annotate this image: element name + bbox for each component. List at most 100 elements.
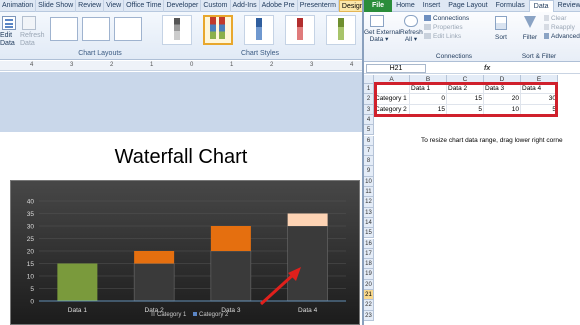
- powerpoint-window: Animation Slide Show Review View Office Time…: [0, 0, 362, 325]
- x-tick-label: Data 1: [68, 307, 88, 314]
- row-header[interactable]: 11: [364, 187, 374, 198]
- row-header[interactable]: 22: [364, 300, 374, 311]
- sort-button[interactable]: Sort: [490, 34, 512, 41]
- slide-title[interactable]: Waterfall Chart: [0, 146, 362, 169]
- reapply-icon: [544, 24, 549, 31]
- row-header[interactable]: 5: [364, 125, 374, 136]
- ppt-tab[interactable]: Presenterm: [298, 0, 339, 12]
- row-header[interactable]: 23: [364, 310, 374, 321]
- row-header[interactable]: 3: [364, 104, 374, 115]
- cell[interactable]: Data 2: [447, 84, 484, 95]
- column-header[interactable]: E: [521, 75, 558, 84]
- chart-style-4[interactable]: [285, 15, 315, 45]
- row-header[interactable]: 16: [364, 238, 374, 249]
- ppt-tab[interactable]: Office Time: [124, 0, 165, 12]
- ppt-tab[interactable]: Animation: [0, 0, 37, 12]
- chart-layout-2[interactable]: [82, 17, 110, 41]
- y-tick-label: 5: [30, 286, 34, 293]
- clear-button[interactable]: Clear: [544, 15, 567, 23]
- cell[interactable]: Category 1: [374, 94, 410, 105]
- column-header[interactable]: A: [374, 75, 410, 84]
- row-header[interactable]: 21: [364, 290, 374, 301]
- bar-category-2: [287, 213, 328, 226]
- edit-links-button[interactable]: Edit Links: [424, 33, 461, 41]
- refresh-all-button[interactable]: Refresh All ▾: [400, 29, 423, 43]
- bar-category-2: [210, 226, 251, 251]
- ppt-tab[interactable]: Review: [76, 0, 105, 12]
- advanced-button[interactable]: Advanced: [544, 33, 580, 41]
- cell[interactable]: 15: [410, 104, 447, 115]
- cell[interactable]: Data 4: [521, 84, 558, 95]
- row-header[interactable]: 18: [364, 259, 374, 270]
- row-header[interactable]: 10: [364, 176, 374, 187]
- cell[interactable]: 0: [410, 94, 447, 105]
- row-header[interactable]: 15: [364, 228, 374, 239]
- cell[interactable]: 30: [521, 94, 558, 105]
- chart-style-2[interactable]: [203, 15, 233, 45]
- excel-tab[interactable]: Home: [392, 0, 419, 12]
- column-header[interactable]: B: [410, 75, 447, 84]
- reapply-button[interactable]: Reapply: [544, 24, 575, 32]
- row-header[interactable]: 13: [364, 207, 374, 218]
- row-header[interactable]: 20: [364, 279, 374, 290]
- ppt-tab[interactable]: Adobe Pre: [260, 0, 298, 12]
- get-external-data-icon: [370, 15, 384, 27]
- ppt-tab[interactable]: View: [104, 0, 125, 12]
- cell[interactable]: 20: [484, 94, 521, 105]
- chart-style-1[interactable]: [162, 15, 192, 45]
- ppt-tab[interactable]: Custom: [201, 0, 231, 12]
- name-box[interactable]: H21: [366, 64, 426, 73]
- ppt-tab[interactable]: Developer: [164, 0, 202, 12]
- chart-style-3[interactable]: [244, 15, 274, 45]
- refresh-data-button[interactable]: Refresh Data: [20, 32, 46, 48]
- ruler-mark: 1: [230, 62, 234, 68]
- column-header[interactable]: D: [484, 75, 521, 84]
- row-header[interactable]: 19: [364, 269, 374, 280]
- connections-button[interactable]: Connections: [424, 15, 469, 23]
- ppt-tab[interactable]: Design: [338, 0, 362, 12]
- chart-style-5[interactable]: [326, 15, 356, 45]
- row-header[interactable]: 4: [364, 114, 374, 126]
- row-header[interactable]: 8: [364, 156, 374, 167]
- excel-tab[interactable]: Page Layout: [444, 0, 491, 12]
- excel-tab[interactable]: Insert: [419, 0, 445, 12]
- excel-tab[interactable]: Formulas: [492, 0, 529, 12]
- chart-layout-3[interactable]: [114, 17, 142, 41]
- excel-tab[interactable]: Review: [554, 0, 580, 12]
- edit-data-button[interactable]: Edit Data: [0, 32, 18, 48]
- row-header[interactable]: 7: [364, 145, 374, 157]
- fx-icon[interactable]: fx: [484, 63, 490, 74]
- column-header[interactable]: C: [447, 75, 484, 84]
- row-header[interactable]: 6: [364, 135, 374, 146]
- row-header[interactable]: 1: [364, 84, 374, 95]
- row-header[interactable]: 2: [364, 94, 374, 105]
- ruler-mark: 4: [350, 62, 354, 68]
- cell[interactable]: Category 2: [374, 104, 410, 115]
- row-header[interactable]: 17: [364, 248, 374, 260]
- row-header[interactable]: 14: [364, 217, 374, 229]
- cell[interactable]: [374, 84, 410, 95]
- bar-category-1: [210, 250, 252, 302]
- cell[interactable]: 5: [447, 104, 484, 115]
- filter-button[interactable]: Filter: [518, 34, 542, 41]
- x-tick-label: Data 4: [298, 307, 318, 314]
- excel-tab[interactable]: Data: [528, 0, 554, 12]
- row-header[interactable]: 12: [364, 197, 374, 208]
- cell[interactable]: Data 3: [484, 84, 521, 95]
- cell[interactable]: 15: [447, 94, 484, 105]
- edit-links-icon: [424, 33, 431, 40]
- waterfall-chart[interactable]: 0 5 10 15 20 25 30 35 40 Data 1 Data 2 Data 3 Data 4…: [10, 180, 360, 325]
- excel-tab[interactable]: File: [364, 0, 393, 12]
- cell[interactable]: 10: [484, 104, 521, 115]
- y-tick-label: 30: [27, 224, 35, 231]
- cell[interactable]: Data 1: [410, 84, 447, 95]
- select-all-corner[interactable]: [364, 75, 374, 84]
- ppt-tab[interactable]: Slide Show: [36, 0, 77, 12]
- ppt-tab[interactable]: Add-Ins: [231, 0, 260, 12]
- row-header[interactable]: 9: [364, 166, 374, 177]
- properties-button[interactable]: Properties: [424, 24, 463, 32]
- cell[interactable]: 5: [521, 104, 558, 115]
- get-external-data-button[interactable]: Get External Data ▾: [364, 29, 400, 43]
- connections-label: Connections: [433, 15, 470, 22]
- chart-layout-1[interactable]: [50, 17, 78, 41]
